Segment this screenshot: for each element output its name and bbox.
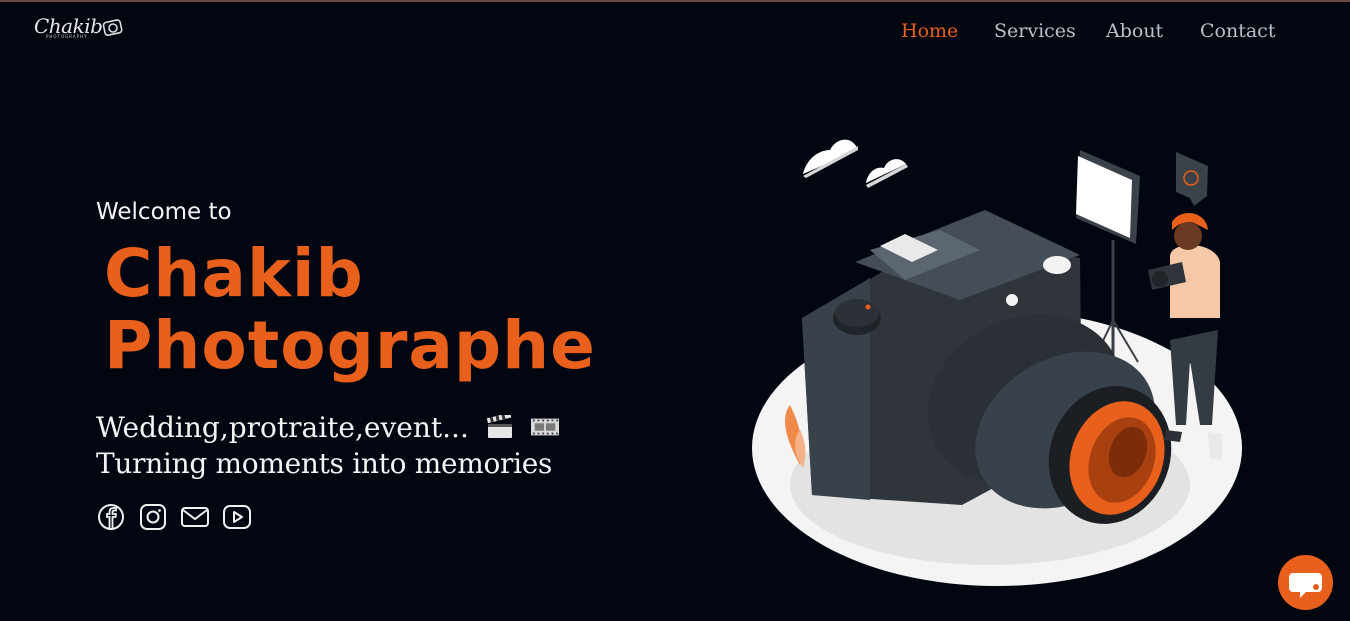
top-border xyxy=(0,0,1350,2)
hero-title-line1: Chakib xyxy=(104,235,364,312)
camera-illustration xyxy=(802,210,1172,524)
photographer-illustration xyxy=(752,139,1242,586)
mail-icon[interactable] xyxy=(180,502,210,532)
main-nav: Home Services About Contact xyxy=(0,20,1350,46)
clapperboard-icon xyxy=(486,415,512,438)
nav-services[interactable]: Services xyxy=(994,20,1076,42)
instagram-icon[interactable] xyxy=(138,502,168,532)
chat-bubble-icon xyxy=(1289,573,1322,598)
cloud-icon xyxy=(803,139,858,178)
youtube-icon[interactable] xyxy=(222,502,252,532)
tagline-services: Wedding,protraite,event... xyxy=(96,411,469,444)
hero-title: Chakib Photographe xyxy=(104,238,596,382)
tagline: Wedding,protraite,event... Turning momen xyxy=(96,410,559,482)
nav-home[interactable]: Home xyxy=(901,20,958,42)
facebook-icon[interactable] xyxy=(96,502,126,532)
nav-about[interactable]: About xyxy=(1106,20,1163,42)
film-strip-icon xyxy=(530,418,559,436)
hero-title-line2: Photographe xyxy=(104,307,596,384)
welcome-text: Welcome to xyxy=(96,199,232,225)
tagline-motto: Turning moments into memories xyxy=(96,447,553,480)
chat-button[interactable] xyxy=(1278,555,1333,610)
focus-sign-icon xyxy=(1176,152,1208,206)
cloud-icon xyxy=(866,159,908,188)
nav-contact[interactable]: Contact xyxy=(1200,20,1275,42)
